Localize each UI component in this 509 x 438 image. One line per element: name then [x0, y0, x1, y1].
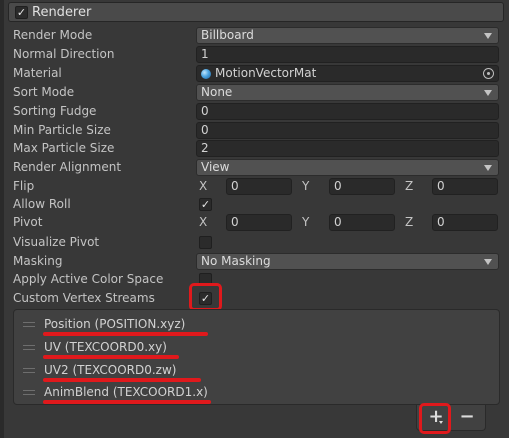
object-picker-icon[interactable]: [483, 68, 494, 79]
visualize-pivot-label: Visualize Pivot: [13, 235, 100, 249]
max-particle-size-field[interactable]: 2: [196, 140, 499, 157]
stream-label: Position (POSITION.xyz): [44, 317, 186, 331]
underline-annotation: [43, 400, 211, 404]
list-item[interactable]: AnimBlend (TEXCOORD1.x): [14, 383, 499, 404]
list-footer: + −: [416, 405, 486, 431]
minus-icon: −: [459, 406, 475, 427]
drag-handle-icon[interactable]: [23, 345, 35, 350]
flip-y-field[interactable]: 0: [329, 178, 395, 195]
dropdown-arrow-icon: [484, 165, 492, 171]
allow-roll-label: Allow Roll: [13, 197, 71, 211]
custom-vertex-streams-checkbox[interactable]: ✓: [199, 292, 212, 305]
flip-z-field[interactable]: 0: [432, 178, 498, 195]
custom-vertex-streams-label: Custom Vertex Streams: [13, 291, 155, 305]
sorting-fudge-row: Sorting Fudge 0: [4, 103, 509, 121]
normal-direction-field[interactable]: 1: [196, 46, 499, 63]
pivot-x-field[interactable]: 0: [226, 214, 292, 231]
drag-handle-icon[interactable]: [23, 322, 35, 327]
sorting-fudge-label: Sorting Fudge: [13, 104, 97, 118]
pivot-z-label: Z: [405, 215, 414, 229]
custom-vertex-streams-row: Custom Vertex Streams ✓: [4, 290, 509, 308]
render-mode-value: Billboard: [201, 28, 254, 42]
stream-label: AnimBlend (TEXCOORD1.x): [44, 385, 208, 399]
render-alignment-dropdown[interactable]: View: [196, 159, 499, 176]
component-title: Renderer: [32, 4, 92, 20]
underline-annotation: [43, 355, 179, 359]
apply-active-color-space-checkbox[interactable]: [199, 273, 212, 286]
flip-x-field[interactable]: 0: [226, 178, 292, 195]
material-row: Material MotionVectorMat: [4, 65, 509, 83]
render-mode-dropdown[interactable]: Billboard: [196, 27, 499, 44]
pivot-label: Pivot: [13, 215, 43, 229]
min-particle-size-row: Min Particle Size 0: [4, 122, 509, 140]
allow-roll-checkbox[interactable]: ✓: [199, 198, 212, 211]
pivot-x-label: X: [199, 215, 208, 229]
material-object-field[interactable]: MotionVectorMat: [196, 65, 499, 82]
material-label: Material: [13, 66, 62, 80]
masking-label: Masking: [13, 254, 63, 268]
render-alignment-value: View: [201, 160, 230, 174]
flip-label: Flip: [13, 179, 35, 193]
max-particle-size-row: Max Particle Size 2: [4, 140, 509, 158]
flip-y-label: Y: [302, 179, 310, 193]
normal-direction-label: Normal Direction: [13, 47, 115, 61]
normal-direction-row: Normal Direction 1: [4, 46, 509, 64]
remove-stream-button[interactable]: −: [456, 407, 478, 427]
sorting-fudge-field[interactable]: 0: [196, 103, 499, 120]
renderer-inspector: ✓ Renderer Render Mode Billboard Normal …: [0, 0, 509, 438]
min-particle-size-label: Min Particle Size: [13, 123, 111, 137]
max-particle-size-label: Max Particle Size: [13, 141, 115, 155]
renderer-foldout-header[interactable]: ✓ Renderer: [8, 2, 504, 22]
list-item[interactable]: Position (POSITION.xyz): [14, 315, 499, 336]
apply-active-color-space-label: Apply Active Color Space: [13, 272, 164, 286]
render-alignment-label: Render Alignment: [13, 160, 122, 174]
dropdown-arrow-icon: [484, 259, 492, 265]
masking-dropdown[interactable]: No Masking: [196, 253, 499, 270]
dropdown-arrow-icon: [484, 33, 492, 39]
sort-mode-dropdown[interactable]: None: [196, 84, 499, 101]
material-value: MotionVectorMat: [215, 66, 317, 80]
pivot-y-label: Y: [302, 215, 310, 229]
underline-annotation: [43, 378, 201, 382]
add-stream-button[interactable]: +: [425, 407, 447, 427]
drag-handle-icon[interactable]: [23, 390, 35, 395]
pivot-row: Pivot X 0 Y 0 Z 0: [4, 214, 509, 232]
drag-handle-icon[interactable]: [23, 368, 35, 373]
dropdown-caret-icon: [439, 421, 443, 424]
sort-mode-row: Sort Mode None: [4, 84, 509, 102]
min-particle-size-field[interactable]: 0: [196, 122, 499, 139]
underline-annotation: [43, 332, 208, 336]
material-sphere-icon: [201, 69, 211, 79]
pivot-y-field[interactable]: 0: [329, 214, 395, 231]
dropdown-arrow-icon: [484, 90, 492, 96]
pivot-z-field[interactable]: 0: [432, 214, 498, 231]
vertex-streams-list: Position (POSITION.xyz) UV (TEXCOORD0.xy…: [13, 309, 500, 405]
visualize-pivot-row: Visualize Pivot: [4, 234, 509, 252]
masking-row: Masking No Masking: [4, 253, 509, 271]
render-alignment-row: Render Alignment View: [4, 159, 509, 177]
renderer-enabled-checkbox[interactable]: ✓: [15, 5, 28, 19]
flip-z-label: Z: [405, 179, 414, 193]
flip-row: Flip X 0 Y 0 Z 0: [4, 178, 509, 196]
list-item[interactable]: UV2 (TEXCOORD0.zw): [14, 361, 499, 382]
sort-mode-label: Sort Mode: [13, 85, 75, 99]
visualize-pivot-checkbox[interactable]: [199, 236, 212, 249]
allow-roll-row: Allow Roll ✓: [4, 196, 509, 214]
masking-value: No Masking: [201, 254, 271, 268]
list-item[interactable]: UV (TEXCOORD0.xy): [14, 338, 499, 359]
sort-mode-value: None: [201, 85, 233, 99]
render-mode-label: Render Mode: [13, 28, 93, 42]
flip-x-label: X: [199, 179, 208, 193]
render-mode-row: Render Mode Billboard: [4, 27, 509, 45]
stream-label: UV2 (TEXCOORD0.zw): [44, 363, 177, 377]
apply-active-color-space-row: Apply Active Color Space: [4, 271, 509, 289]
stream-label: UV (TEXCOORD0.xy): [44, 340, 167, 354]
